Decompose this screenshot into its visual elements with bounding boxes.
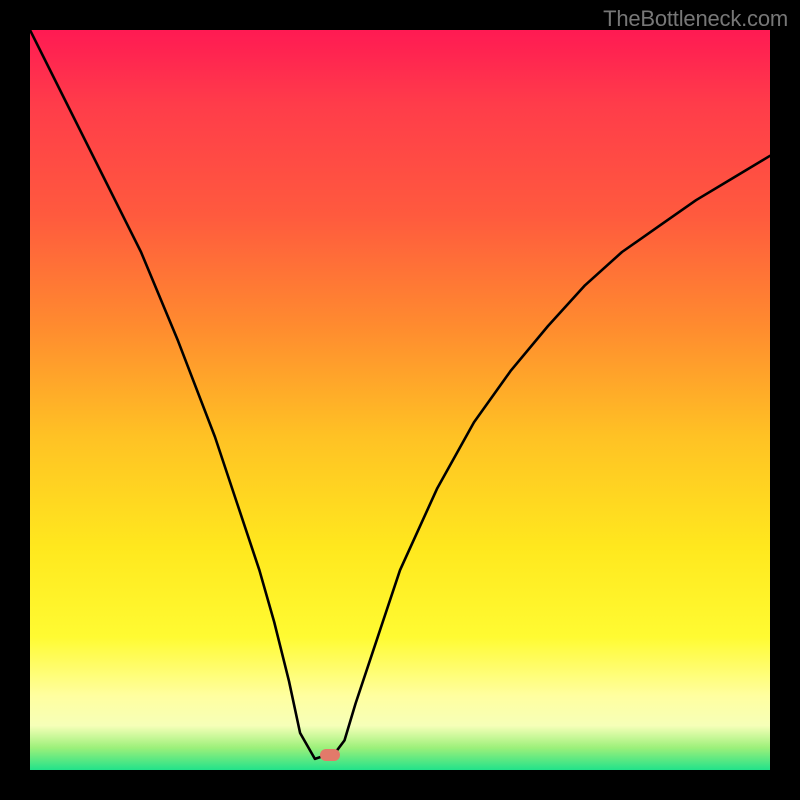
plot-area [30,30,770,770]
chart-frame: TheBottleneck.com [0,0,800,800]
watermark-label: TheBottleneck.com [603,6,788,32]
bottleneck-curve [30,30,770,770]
optimal-point-marker [320,749,340,761]
